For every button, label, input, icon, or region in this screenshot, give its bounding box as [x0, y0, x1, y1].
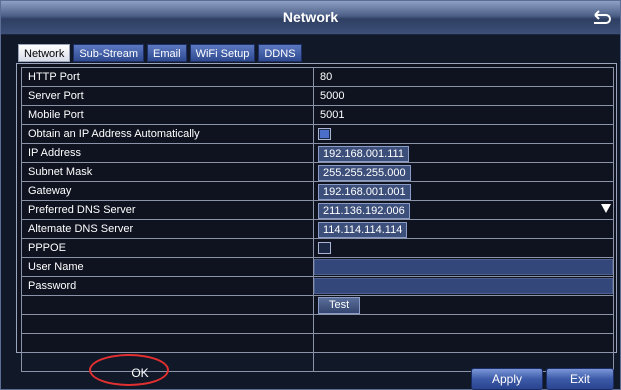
test-button[interactable]: Test	[318, 297, 361, 314]
password-label: Password	[21, 276, 314, 296]
row-test: Test	[21, 295, 614, 315]
tab-network[interactable]: Network	[18, 44, 71, 62]
apply-button[interactable]: Apply	[471, 368, 543, 390]
exit-button[interactable]: Exit	[546, 368, 614, 390]
row-user-name: User Name	[21, 257, 614, 277]
ok-button[interactable]: OK	[95, 363, 185, 383]
gateway-label: Gateway	[21, 181, 314, 201]
auto-ip-label: Obtain an IP Address Automatically	[21, 124, 314, 144]
row-pppoe: PPPOE	[21, 238, 614, 258]
row-alternate-dns: Altemate DNS Server 114.114.114.114	[21, 219, 614, 239]
user-name-field[interactable]	[314, 259, 613, 275]
tab-sub-stream[interactable]: Sub-Stream	[73, 44, 145, 62]
tab-bar: Network Sub-Stream Email WiFi Setup DDNS	[18, 44, 302, 62]
ip-address-field[interactable]: 192.168.001.111	[318, 145, 409, 162]
settings-table: HTTP Port 80 Server Port 5000 Mobile Por…	[21, 67, 614, 372]
ip-address-label: IP Address	[21, 143, 314, 163]
network-settings-window: Network Network Sub-Stream Email WiFi Se…	[0, 0, 621, 390]
row-http-port: HTTP Port 80	[21, 67, 614, 87]
server-port-label: Server Port	[21, 86, 314, 106]
http-port-value[interactable]: 80	[318, 71, 332, 83]
empty-row	[21, 314, 614, 334]
pppoe-label: PPPOE	[21, 238, 314, 258]
server-port-value[interactable]: 5000	[318, 90, 344, 102]
http-port-label: HTTP Port	[21, 67, 314, 87]
auto-ip-checkbox[interactable]	[318, 127, 331, 140]
pppoe-checkbox[interactable]	[318, 241, 331, 254]
preferred-dns-label: Preferred DNS Server	[21, 200, 314, 220]
preferred-dns-field[interactable]: 211.136.192.006	[318, 202, 410, 219]
dropdown-arrow-icon[interactable]	[601, 204, 611, 213]
tab-ddns[interactable]: DDNS	[258, 44, 302, 62]
alternate-dns-field[interactable]: 114.114.114.114	[318, 221, 408, 238]
row-auto-ip: Obtain an IP Address Automatically	[21, 124, 614, 144]
title-bar: Network	[1, 1, 620, 35]
password-field[interactable]	[314, 278, 613, 294]
settings-panel: HTTP Port 80 Server Port 5000 Mobile Por…	[16, 63, 617, 372]
empty-row	[21, 333, 614, 353]
row-mobile-port: Mobile Port 5001	[21, 105, 614, 125]
user-name-label: User Name	[21, 257, 314, 277]
alternate-dns-label: Altemate DNS Server	[21, 219, 314, 239]
subnet-mask-label: Subnet Mask	[21, 162, 314, 182]
row-password: Password	[21, 276, 614, 296]
window-title: Network	[282, 9, 339, 25]
row-gateway: Gateway 192.168.001.001	[21, 181, 614, 201]
tab-email[interactable]: Email	[147, 44, 187, 62]
subnet-mask-field[interactable]: 255.255.255.000	[318, 164, 411, 181]
back-icon[interactable]	[590, 7, 612, 27]
gateway-field[interactable]: 192.168.001.001	[318, 183, 411, 200]
mobile-port-value[interactable]: 5001	[318, 109, 344, 121]
mobile-port-label: Mobile Port	[21, 105, 314, 125]
row-server-port: Server Port 5000	[21, 86, 614, 106]
row-subnet-mask: Subnet Mask 255.255.255.000	[21, 162, 614, 182]
row-ip-address: IP Address 192.168.001.111	[21, 143, 614, 163]
row-preferred-dns: Preferred DNS Server 211.136.192.006	[21, 200, 614, 220]
tab-wifi-setup[interactable]: WiFi Setup	[189, 44, 256, 62]
